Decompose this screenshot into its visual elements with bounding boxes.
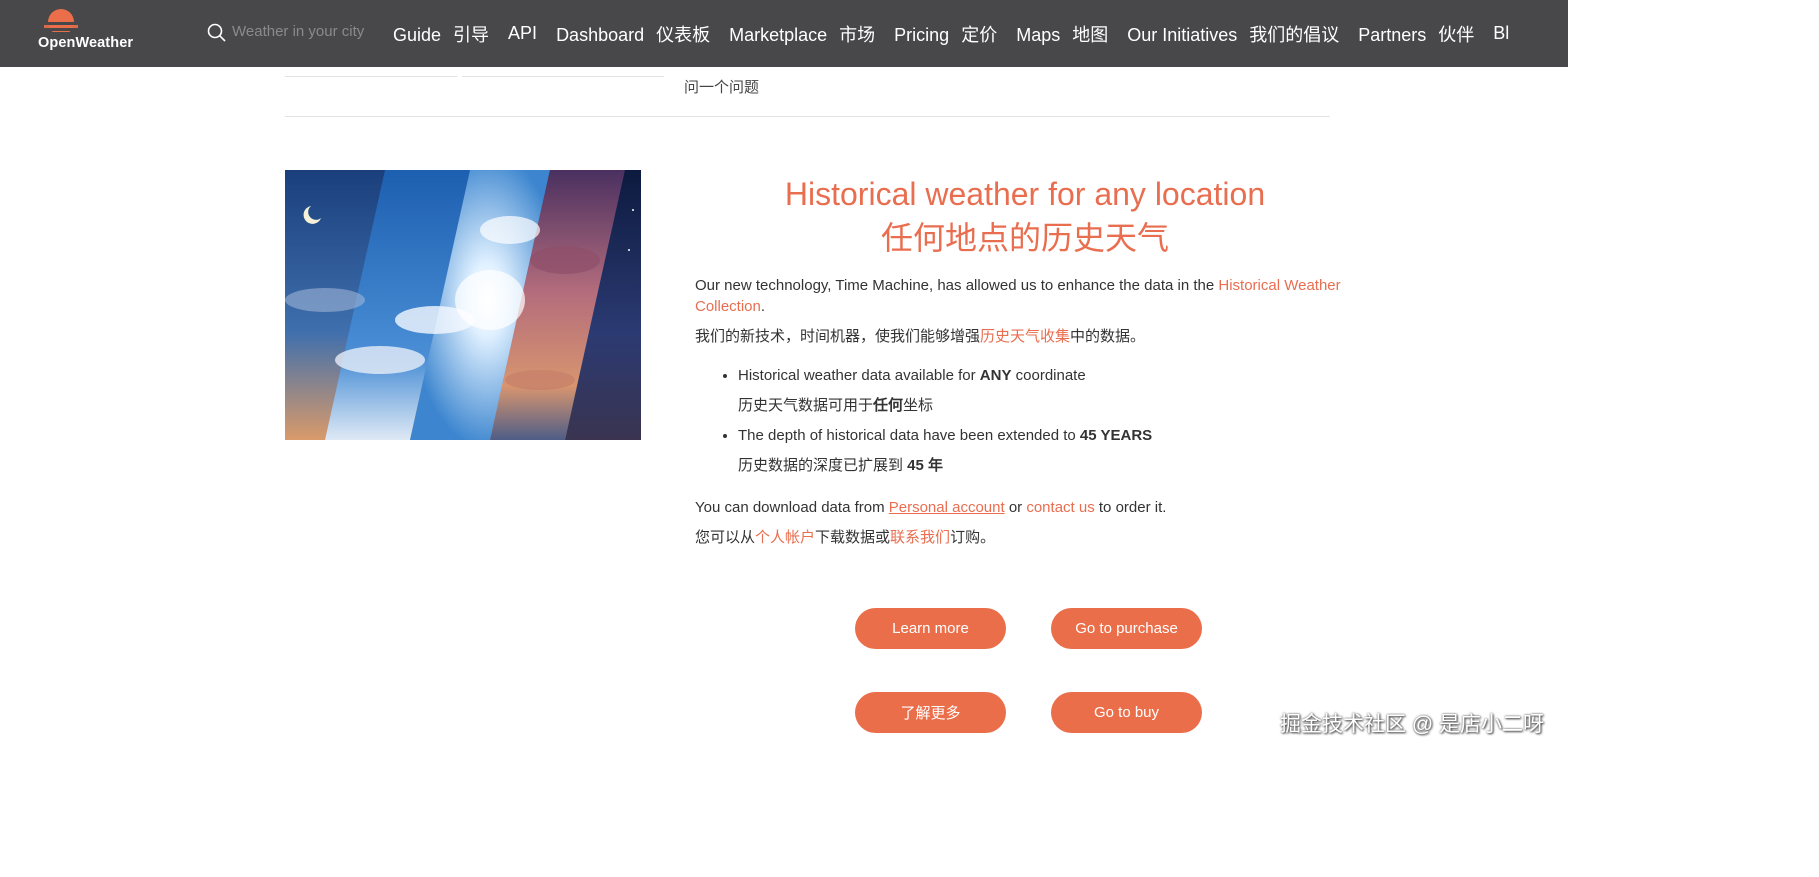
text: The depth of historical data have been e… <box>738 427 1080 444</box>
text: 历史数据的深度已扩展到 <box>738 457 908 474</box>
nav-label: API <box>508 23 538 43</box>
text: 历史天气数据可用于 <box>738 397 874 414</box>
tab-divider <box>462 76 664 77</box>
nav-pricing[interactable]: Pricing 定价 <box>894 21 997 47</box>
feature-45-years: The depth of historical data have been e… <box>738 421 1355 481</box>
nav-label: Marketplace <box>729 24 828 45</box>
go-to-purchase-button[interactable]: Go to purchase <box>1051 608 1202 649</box>
text: 我们的新技术，时间机器，使我们能够增强 <box>695 328 981 345</box>
tabs-row: 问一个问题 <box>285 67 1330 117</box>
search-input[interactable] <box>232 18 382 44</box>
title-en: Historical weather for any location <box>784 176 1266 212</box>
search-icon[interactable] <box>207 23 226 42</box>
sun-logo-icon <box>44 9 78 36</box>
text: 中的数据。 <box>1070 328 1146 345</box>
historical-weather-collection-link-cn[interactable]: 历史天气收集 <box>980 328 1070 345</box>
download-en: You can download data from Personal acco… <box>695 497 1355 518</box>
nav-label: Maps <box>1016 24 1061 45</box>
nav-label: Dashboard <box>556 24 645 45</box>
text: or <box>1004 499 1027 516</box>
contact-us-link[interactable]: contact us <box>1026 499 1094 516</box>
main-nav: Guide 引导 API Dashboard 仪表板 Marketplace 市场 P… <box>393 0 1528 67</box>
text: Our new technology, Time Machine, has al… <box>695 277 1219 294</box>
text: to order it. <box>1094 499 1167 516</box>
section-title: Historical weather for any location 任何地点… <box>695 172 1355 260</box>
intro-cn: 我们的新技术，时间机器，使我们能够增强历史天气收集中的数据。 <box>695 326 1355 347</box>
nav-label: Pricing <box>894 24 950 45</box>
contact-us-link-cn[interactable]: 联系我们 <box>890 529 950 546</box>
top-navigation-bar: OpenWeather Guide 引导 API Dashboard 仪表板 Mar… <box>0 0 1568 67</box>
text: 您可以从 <box>695 529 756 546</box>
title-cn: 任何地点的历史天气 <box>880 220 1169 256</box>
nav-label: Partners <box>1358 24 1427 45</box>
nav-our-initiatives[interactable]: Our Initiatives 我们的倡议 <box>1127 21 1339 47</box>
text: . <box>760 298 766 315</box>
nav-dashboard[interactable]: Dashboard 仪表板 <box>556 21 710 47</box>
sky-collage-image <box>285 170 641 440</box>
intro-en: Our new technology, Time Machine, has al… <box>695 275 1355 317</box>
learn-more-button[interactable]: Learn more <box>855 608 1006 649</box>
nav-label-cn: 市场 <box>839 24 876 45</box>
text: 订购。 <box>950 529 996 546</box>
text: You can download data from <box>695 499 889 516</box>
go-to-buy-button[interactable]: Go to buy <box>1051 692 1202 733</box>
feature-list: Historical weather data available for AN… <box>695 361 1355 481</box>
nav-label: Our Initiatives <box>1127 24 1238 45</box>
personal-account-link[interactable]: Personal account <box>889 499 1005 516</box>
nav-label-cn: 仪表板 <box>656 24 711 45</box>
nav-marketplace[interactable]: Marketplace 市场 <box>729 21 875 47</box>
historical-weather-section: Historical weather for any location 任何地点… <box>695 170 1355 548</box>
nav-label-cn: 引导 <box>453 24 490 45</box>
nav-maps[interactable]: Maps 地图 <box>1016 21 1108 47</box>
nav-label: Guide <box>393 24 442 45</box>
nav-label-cn: 伙伴 <box>1438 24 1475 45</box>
nav-guide[interactable]: Guide 引导 <box>393 21 489 47</box>
nav-label-cn: 定价 <box>961 24 998 45</box>
tab-ask-question[interactable]: 问一个问题 <box>684 76 759 97</box>
nav-label-cn: 地图 <box>1072 24 1109 45</box>
text: coordinate <box>1011 367 1086 384</box>
personal-account-link-cn[interactable]: 个人帐户 <box>755 529 815 546</box>
nav-label-cn: 我们的倡议 <box>1249 24 1340 45</box>
text: 坐标 <box>903 397 934 414</box>
text-bold: 任何 <box>873 397 904 414</box>
openweather-logo[interactable]: OpenWeather <box>38 8 148 58</box>
text: Historical weather data available for <box>738 367 980 384</box>
nav-label: Bl <box>1493 23 1510 43</box>
text: 下载数据或 <box>815 529 891 546</box>
logo-text: OpenWeather <box>38 35 134 51</box>
text-bold: ANY <box>979 367 1012 384</box>
nav-blog[interactable]: Bl <box>1493 23 1509 44</box>
text-bold: 45 YEARS <box>1079 427 1153 444</box>
tab-divider <box>285 76 457 77</box>
watermark: 掘金技术社区 @ 是店小二呀 <box>1280 713 1544 736</box>
feature-any-coordinate: Historical weather data available for AN… <box>738 361 1355 421</box>
nav-partners[interactable]: Partners 伙伴 <box>1358 21 1474 47</box>
nav-api[interactable]: API <box>508 23 537 44</box>
text-bold: 45 年 <box>907 457 944 474</box>
download-cn: 您可以从个人帐户下载数据或联系我们订购。 <box>695 527 1355 548</box>
learn-more-cn-button[interactable]: 了解更多 <box>855 692 1006 733</box>
